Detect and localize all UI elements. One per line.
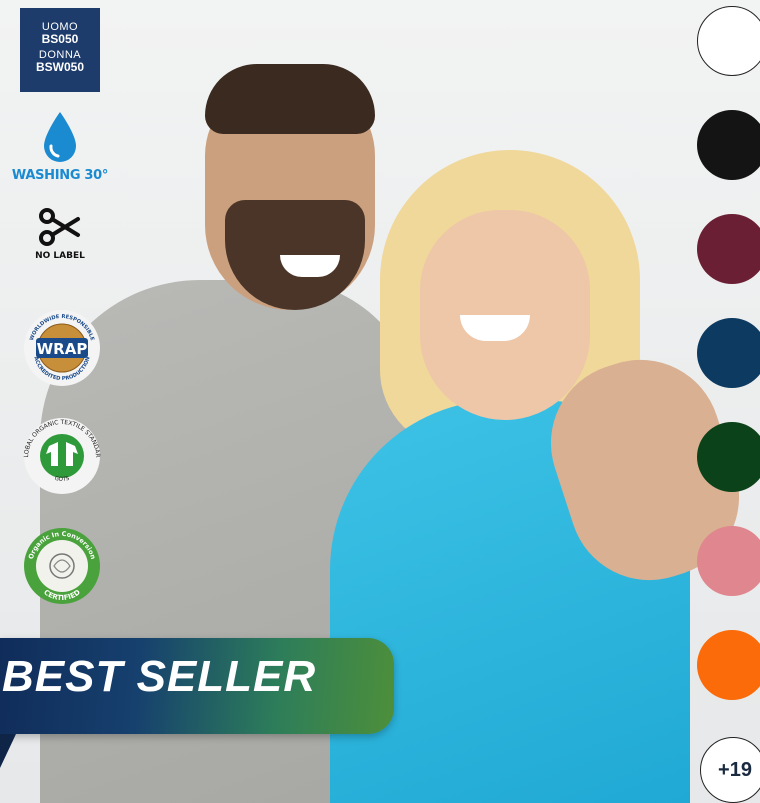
wrap-mark: WRAP	[37, 340, 88, 358]
man-hair	[205, 64, 375, 134]
color-swatch-white[interactable]	[697, 6, 760, 76]
best-seller-banner: BEST SELLER	[0, 638, 394, 734]
wrap-badge-icon: WRAP WORLDWIDE RESPONSIBLE ACCREDITED PR…	[24, 310, 100, 386]
women-code: BSW050	[35, 60, 85, 74]
scissors-icon	[39, 208, 80, 246]
no-label-text: NO LABEL	[35, 251, 85, 261]
color-swatch-navy[interactable]	[697, 318, 760, 388]
color-swatch-pink[interactable]	[697, 526, 760, 596]
water-drop-icon	[44, 112, 76, 162]
color-swatch-burgundy[interactable]	[697, 214, 760, 284]
washing-text: WASHING 30°	[11, 168, 109, 183]
men-code: BS050	[41, 32, 79, 46]
washing-info: WASHING 30°	[10, 110, 110, 183]
product-code-box: UOMO BS050 DONNA BSW050	[20, 8, 100, 92]
banner-fold	[0, 734, 16, 768]
color-swatch-black[interactable]	[697, 110, 760, 180]
color-swatch-orange[interactable]	[697, 630, 760, 700]
more-colors-label: +19	[718, 758, 752, 781]
no-label-info: NO LABEL	[10, 205, 110, 261]
more-colors-button[interactable]: +19	[700, 737, 760, 803]
color-swatch-bottle-green[interactable]	[697, 422, 760, 492]
best-seller-text: BEST SELLER	[2, 652, 317, 701]
organic-cotton-badge-icon: Organic In Conversion CERTIFIED	[24, 528, 100, 604]
gots-badge-icon: GLOBAL ORGANIC TEXTILE STANDARD GOTS	[22, 416, 101, 494]
